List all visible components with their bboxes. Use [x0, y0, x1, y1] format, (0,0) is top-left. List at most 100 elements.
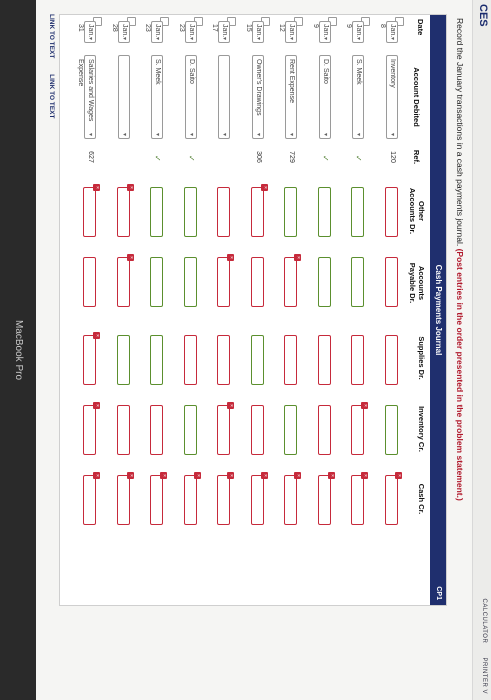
date-select[interactable]: Jan. 9 ▾ — [345, 21, 364, 43]
accounts-payable-input[interactable]: × — [117, 254, 134, 307]
incorrect-icon: × — [395, 472, 402, 479]
date-value: Jan. 12 — [278, 24, 295, 38]
cash-input[interactable]: × — [385, 472, 402, 525]
table-row: Jan. 9 ▾ D. Saito ▾ ✓ × — [303, 15, 337, 605]
accounts-payable-input[interactable]: × — [284, 254, 301, 307]
other-accounts-input[interactable]: × — [83, 184, 100, 237]
inventory-input[interactable] — [184, 405, 197, 455]
inventory-input[interactable] — [284, 405, 297, 455]
ref-value: 120 — [389, 151, 396, 163]
chevron-down-icon: ▾ — [355, 36, 361, 40]
supplies-input[interactable] — [318, 335, 331, 385]
accounts-payable-input[interactable] — [318, 257, 331, 307]
other-accounts-input[interactable] — [385, 187, 398, 237]
date-select[interactable]: Jan. 23 ▾ — [178, 21, 197, 43]
other-accounts-input[interactable] — [217, 187, 230, 237]
toolbar: CALCULATOR PRINTER V — [481, 587, 487, 694]
inventory-input[interactable] — [385, 405, 398, 455]
account-select[interactable]: S. Meek ▾ — [352, 55, 364, 139]
cash-input[interactable]: × — [83, 472, 100, 525]
account-select[interactable]: S. Meek ▾ — [151, 55, 163, 139]
date-select[interactable]: Jan. 17 ▾ — [211, 21, 230, 43]
accounts-payable-input[interactable] — [150, 257, 163, 307]
header-accounts-payable: Accounts Payable Dr. — [408, 262, 426, 304]
cash-input[interactable]: × — [284, 472, 301, 525]
date-value: Jan. 28 — [111, 24, 128, 38]
account-select[interactable]: Salaries and Wages Expense ▾ — [77, 55, 96, 139]
date-select[interactable]: Jan. 31 ▾ — [77, 21, 96, 43]
accounts-payable-input[interactable] — [83, 257, 96, 307]
printer-button[interactable]: PRINTER V — [481, 657, 487, 694]
date-value: Jan. 8 — [379, 24, 396, 38]
account-select[interactable]: ▾ — [118, 55, 130, 139]
supplies-input[interactable] — [184, 335, 197, 385]
chevron-down-icon: ▾ — [221, 132, 227, 136]
account-select[interactable]: D. Saito ▾ — [319, 55, 331, 139]
account-value: S. Meek — [355, 59, 362, 85]
account-value: Owner's Drawings — [255, 59, 262, 116]
ref-value: 627 — [87, 151, 94, 163]
account-select[interactable]: D. Saito ▾ — [185, 55, 197, 139]
link-to-text-2[interactable]: LINK TO TEXT — [48, 74, 55, 118]
inventory-input[interactable] — [251, 405, 264, 455]
incorrect-icon: × — [127, 254, 134, 261]
supplies-input[interactable] — [284, 335, 297, 385]
cash-input[interactable]: × — [117, 472, 134, 525]
ref-value: 729 — [288, 151, 295, 163]
date-select[interactable]: Jan. 9 ▾ — [312, 21, 331, 43]
inventory-input[interactable] — [318, 405, 331, 455]
other-accounts-input[interactable] — [318, 187, 331, 237]
account-select[interactable]: ▾ — [218, 55, 230, 139]
inventory-input[interactable]: × — [217, 402, 234, 455]
incorrect-icon: × — [361, 472, 368, 479]
incorrect-icon: × — [227, 254, 234, 261]
date-select[interactable]: Jan. 23 ▾ — [144, 21, 163, 43]
instruction-main: Record the January transactions in a cas… — [455, 18, 465, 247]
supplies-input[interactable] — [251, 335, 264, 385]
supplies-input[interactable] — [351, 335, 364, 385]
other-accounts-input[interactable] — [351, 187, 364, 237]
accounts-payable-input[interactable]: × — [217, 254, 234, 307]
header-ref: Ref. — [412, 149, 421, 165]
cash-input[interactable]: × — [318, 472, 335, 525]
cash-input[interactable]: × — [351, 472, 368, 525]
accounts-payable-input[interactable] — [385, 257, 398, 307]
cash-input[interactable]: × — [251, 472, 268, 525]
table-row: Jan. 15 ▾ Owner's Drawings ▾ 306 × × — [236, 15, 270, 605]
account-select[interactable]: Inventory ▾ — [386, 55, 398, 139]
supplies-input[interactable] — [150, 335, 163, 385]
other-accounts-input[interactable]: × — [251, 184, 268, 237]
other-accounts-input[interactable] — [150, 187, 163, 237]
calculator-button[interactable]: CALCULATOR — [481, 599, 487, 644]
account-select[interactable]: Owner's Drawings ▾ — [252, 55, 264, 139]
incorrect-icon: × — [93, 184, 100, 191]
supplies-input[interactable]: × — [83, 332, 100, 385]
inventory-input[interactable]: × — [351, 402, 368, 455]
cash-input[interactable]: × — [150, 472, 167, 525]
link-to-text-1[interactable]: LINK TO TEXT — [48, 14, 55, 58]
supplies-input[interactable] — [217, 335, 230, 385]
date-value: Jan. 9 — [312, 24, 329, 38]
date-select[interactable]: Jan. 28 ▾ — [111, 21, 130, 43]
other-accounts-input[interactable]: × — [117, 184, 134, 237]
other-accounts-input[interactable] — [284, 187, 297, 237]
chevron-down-icon: ▾ — [121, 132, 127, 136]
cash-input[interactable]: × — [217, 472, 234, 525]
cash-input[interactable]: × — [184, 472, 201, 525]
supplies-input[interactable] — [385, 335, 398, 385]
other-accounts-input[interactable] — [184, 187, 197, 237]
supplies-input[interactable] — [117, 335, 130, 385]
chevron-down-icon: ▾ — [255, 132, 261, 136]
account-select[interactable]: Rent Expense ▾ — [285, 55, 297, 139]
accounts-payable-input[interactable] — [351, 257, 364, 307]
accounts-payable-input[interactable] — [184, 257, 197, 307]
date-select[interactable]: Jan. 12 ▾ — [278, 21, 297, 43]
inventory-input[interactable] — [150, 405, 163, 455]
date-select[interactable]: Jan. 8 ▾ — [379, 21, 398, 43]
inventory-input[interactable] — [117, 405, 130, 455]
date-select[interactable]: Jan. 15 ▾ — [245, 21, 264, 43]
inventory-input[interactable]: × — [83, 402, 100, 455]
accounts-payable-input[interactable] — [251, 257, 264, 307]
chevron-down-icon: ▾ — [121, 36, 127, 40]
incorrect-icon: × — [93, 402, 100, 409]
